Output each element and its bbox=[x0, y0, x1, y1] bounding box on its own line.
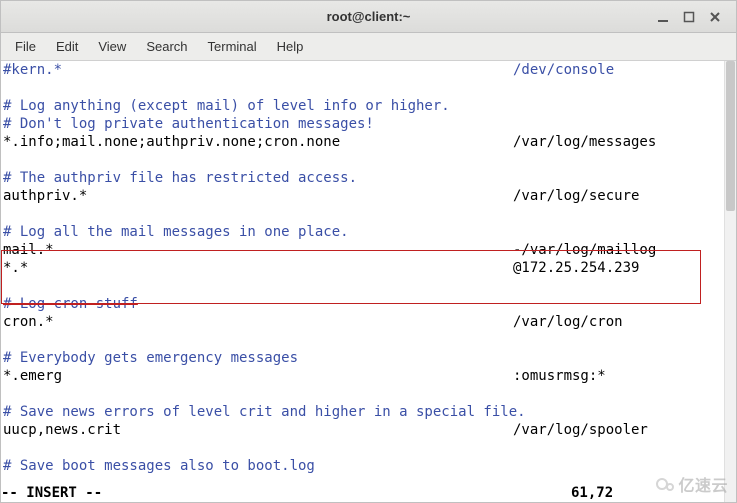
vim-cursor-pos: 61,72 bbox=[571, 484, 613, 502]
terminal-line: *.*@172.25.254.239 bbox=[3, 259, 526, 277]
menu-help[interactable]: Help bbox=[269, 36, 312, 57]
terminal-line: # The authpriv file has restricted acces… bbox=[3, 169, 526, 187]
terminal-area[interactable]: #kern.*/dev/console# Log anything (excep… bbox=[1, 61, 736, 502]
close-button[interactable] bbox=[708, 10, 722, 24]
terminal-line: # Log all the mail messages in one place… bbox=[3, 223, 526, 241]
terminal-line: # Save news errors of level crit and hig… bbox=[3, 403, 526, 421]
window-title: root@client:~ bbox=[327, 9, 411, 24]
line-selector: # The authpriv file has restricted acces… bbox=[3, 170, 357, 186]
terminal-line bbox=[3, 331, 526, 349]
menu-search[interactable]: Search bbox=[138, 36, 195, 57]
terminal-line: *.emerg:omusrmsg:* bbox=[3, 367, 526, 385]
terminal-line bbox=[3, 205, 526, 223]
line-selector: # Don't log private authentication messa… bbox=[3, 116, 374, 132]
terminal-line bbox=[3, 151, 526, 169]
terminal-line: # Save boot messages also to boot.log bbox=[3, 457, 526, 475]
window-controls bbox=[656, 1, 732, 33]
line-selector: # Everybody gets emergency messages bbox=[3, 350, 298, 366]
vim-mode: -- INSERT -- bbox=[1, 485, 102, 501]
line-selector: # Save news errors of level crit and hig… bbox=[3, 404, 526, 420]
menu-file[interactable]: File bbox=[7, 36, 44, 57]
line-selector: *.emerg bbox=[3, 368, 62, 384]
terminal-line: authpriv.*/var/log/secure bbox=[3, 187, 526, 205]
line-selector: uucp,news.crit bbox=[3, 422, 121, 438]
scrollbar-thumb[interactable] bbox=[726, 61, 735, 211]
line-selector: authpriv.* bbox=[3, 188, 87, 204]
maximize-button[interactable] bbox=[682, 10, 696, 24]
terminal-line: # Everybody gets emergency messages bbox=[3, 349, 526, 367]
vim-status-line: -- INSERT -- 61,72 bbox=[1, 484, 736, 502]
terminal-line: # Log cron stuff bbox=[3, 295, 526, 313]
line-selector: cron.* bbox=[3, 314, 54, 330]
line-target: /var/log/messages bbox=[513, 133, 656, 151]
line-selector: *.* bbox=[3, 260, 28, 276]
terminal-line bbox=[3, 79, 526, 97]
terminal-line: *.info;mail.none;authpriv.none;cron.none… bbox=[3, 133, 526, 151]
line-target: -/var/log/maillog bbox=[513, 241, 656, 259]
line-selector: mail.* bbox=[3, 242, 54, 258]
menubar: File Edit View Search Terminal Help bbox=[1, 33, 736, 61]
terminal-line bbox=[3, 385, 526, 403]
terminal-line: uucp,news.crit/var/log/spooler bbox=[3, 421, 526, 439]
line-target: /var/log/secure bbox=[513, 187, 639, 205]
line-selector: # Log anything (except mail) of level in… bbox=[3, 98, 450, 114]
terminal-line: # Don't log private authentication messa… bbox=[3, 115, 526, 133]
line-selector: # Log all the mail messages in one place… bbox=[3, 224, 349, 240]
line-selector: # Log cron stuff bbox=[3, 296, 138, 312]
terminal-line bbox=[3, 277, 526, 295]
line-target: /var/log/spooler bbox=[513, 421, 648, 439]
line-target: :omusrmsg:* bbox=[513, 367, 606, 385]
line-selector: *.info;mail.none;authpriv.none;cron.none bbox=[3, 134, 340, 150]
terminal-line: mail.*-/var/log/maillog bbox=[3, 241, 526, 259]
menu-view[interactable]: View bbox=[90, 36, 134, 57]
menu-edit[interactable]: Edit bbox=[48, 36, 86, 57]
line-target: /dev/console bbox=[513, 61, 614, 79]
terminal-window: root@client:~ File Edit View Search Term… bbox=[0, 0, 737, 503]
minimize-button[interactable] bbox=[656, 10, 670, 24]
terminal-line bbox=[3, 439, 526, 457]
line-target: /var/log/cron bbox=[513, 313, 623, 331]
line-selector: # Save boot messages also to boot.log bbox=[3, 458, 315, 474]
terminal-line: cron.*/var/log/cron bbox=[3, 313, 526, 331]
line-target: @172.25.254.239 bbox=[513, 259, 639, 277]
terminal-line: #kern.*/dev/console bbox=[3, 61, 526, 79]
titlebar: root@client:~ bbox=[1, 1, 736, 33]
line-selector: #kern.* bbox=[3, 62, 62, 78]
menu-terminal[interactable]: Terminal bbox=[200, 36, 265, 57]
terminal-line: # Log anything (except mail) of level in… bbox=[3, 97, 526, 115]
scrollbar[interactable] bbox=[724, 61, 736, 502]
